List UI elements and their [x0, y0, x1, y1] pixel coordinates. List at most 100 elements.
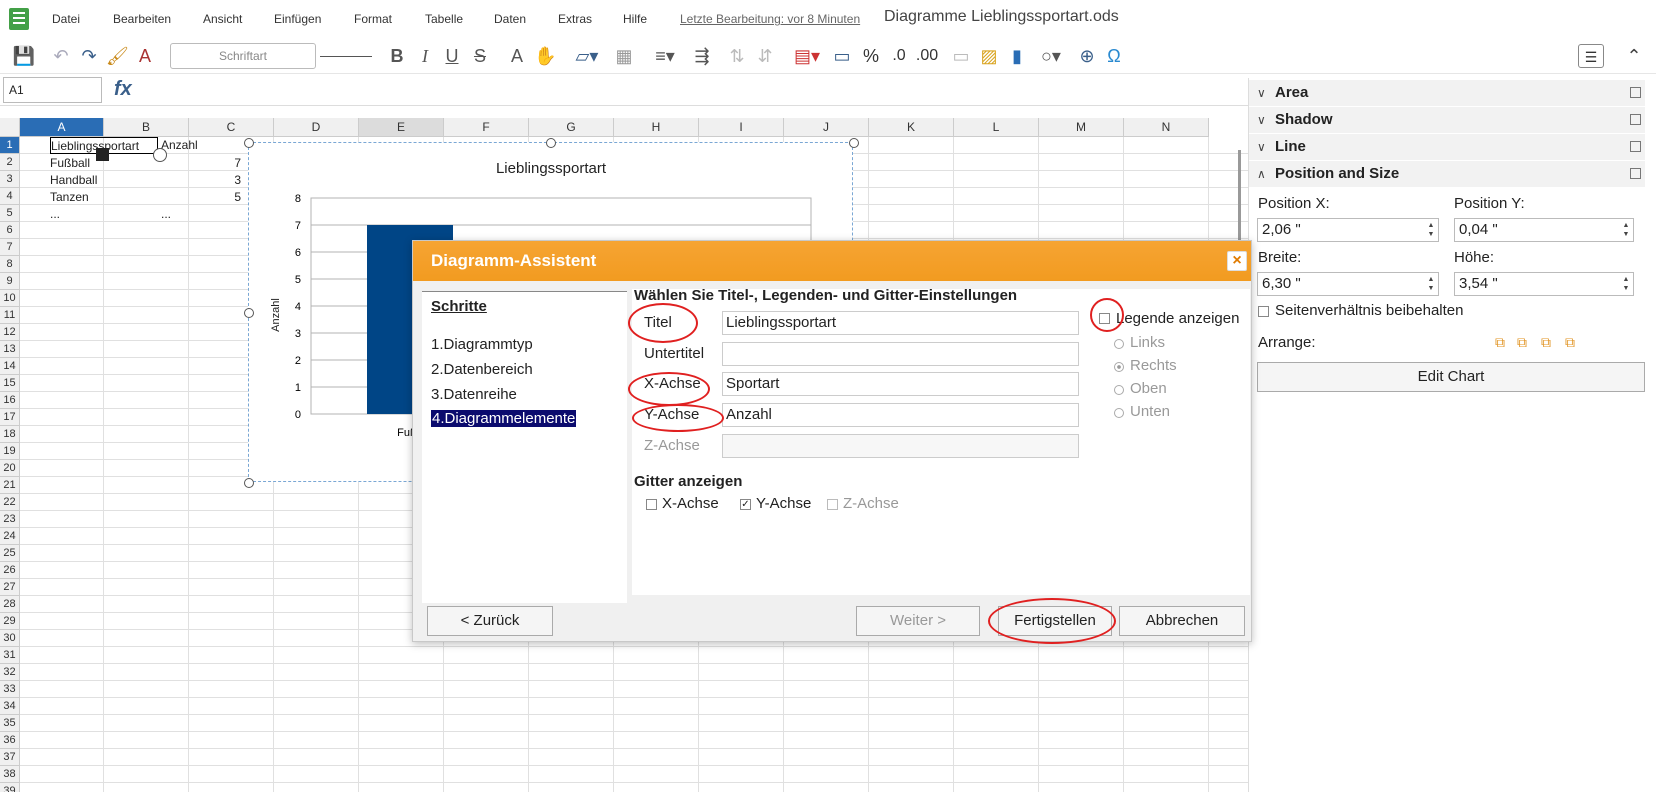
x-achse-input[interactable]: Sportart [722, 372, 1079, 396]
menu-tabelle[interactable]: Tabelle [425, 12, 463, 26]
column-header-i[interactable]: I [699, 118, 784, 137]
font-name-box[interactable]: Schriftart [170, 43, 316, 69]
step-diagrammelemente[interactable]: 4.Diagrammelemente [431, 410, 577, 427]
image-icon[interactable]: ▨ [978, 44, 1000, 68]
menu-ansicht[interactable]: Ansicht [203, 12, 242, 26]
function-wizard-icon[interactable]: fx [114, 78, 132, 101]
z-achse-input[interactable] [722, 434, 1079, 458]
row-header-4[interactable]: 4 [0, 188, 20, 205]
row-header-16[interactable]: 16 [0, 392, 20, 409]
row-header-24[interactable]: 24 [0, 528, 20, 545]
percent-icon[interactable]: % [860, 44, 882, 68]
chart-resize-handle-tr[interactable] [849, 138, 859, 148]
column-header-f[interactable]: F [444, 118, 529, 137]
untertitel-input[interactable] [722, 342, 1079, 366]
cell-b5[interactable]: ... [161, 206, 241, 223]
row-header-6[interactable]: 6 [0, 222, 20, 239]
edit-chart-button[interactable]: Edit Chart [1257, 362, 1645, 392]
row-header-15[interactable]: 15 [0, 375, 20, 392]
row-header-21[interactable]: 21 [0, 477, 20, 494]
step-datenreihe[interactable]: 3.Datenreihe [431, 386, 517, 403]
column-header-a[interactable]: A [20, 118, 104, 137]
corner-header[interactable] [0, 118, 20, 137]
collapse-toolbar-icon[interactable]: ⌃ [1622, 44, 1646, 68]
chart-resize-handle-bl[interactable] [244, 478, 254, 488]
font-color-icon[interactable]: A [506, 44, 528, 68]
font-size-box[interactable] [320, 56, 372, 57]
row-header-17[interactable]: 17 [0, 409, 20, 426]
chart-icon[interactable]: ▮ [1006, 44, 1028, 68]
row-header-25[interactable]: 25 [0, 545, 20, 562]
grid-z-checkbox[interactable] [827, 499, 838, 510]
titel-input[interactable]: Lieblingssportart [722, 311, 1079, 335]
undo-icon[interactable]: ↶ [50, 44, 72, 68]
comment-icon[interactable]: ▭ [950, 44, 972, 68]
send-backward-icon[interactable]: ⧉ [1541, 334, 1551, 351]
spin-arrows-icon[interactable]: ▲ ▼ [1621, 221, 1631, 239]
next-button[interactable]: Weiter > [856, 606, 980, 636]
y-achse-input[interactable]: Anzahl [722, 403, 1079, 427]
column-header-j[interactable]: J [784, 118, 869, 137]
row-header-30[interactable]: 30 [0, 630, 20, 647]
column-header-e[interactable]: E [359, 118, 444, 137]
currency-icon[interactable]: ▭ [830, 44, 854, 68]
close-icon[interactable]: × [1227, 251, 1247, 271]
decimal-add-icon[interactable]: .0 [886, 44, 912, 68]
row-header-2[interactable]: 2 [0, 154, 20, 171]
last-edit-link[interactable]: Letzte Bearbeitung: vor 8 Minuten [680, 12, 860, 26]
row-header-38[interactable]: 38 [0, 766, 20, 783]
calc-app-icon[interactable] [9, 8, 29, 30]
conditional-format-icon[interactable]: ▤▾ [790, 44, 824, 68]
clear-formatting-icon[interactable]: A [134, 44, 156, 68]
sort-desc-icon[interactable]: ⇵ [754, 44, 776, 68]
column-header-b[interactable]: B [104, 118, 189, 137]
cell-b4[interactable]: 5 [161, 189, 241, 206]
row-header-32[interactable]: 32 [0, 664, 20, 681]
name-box[interactable]: A1 [3, 77, 102, 103]
row-header-12[interactable]: 12 [0, 324, 20, 341]
spin-arrows-icon[interactable]: ▲ ▼ [1621, 275, 1631, 293]
column-header-c[interactable]: C [189, 118, 274, 137]
menu-daten[interactable]: Daten [494, 12, 526, 26]
decimal-remove-icon[interactable]: .00 [914, 44, 940, 68]
cell-a4[interactable]: Tanzen [50, 189, 150, 206]
redo-icon[interactable]: ↷ [78, 44, 100, 68]
section-position-size[interactable]: ∧ Position and Size [1249, 161, 1645, 187]
legend-oben-radio[interactable] [1114, 385, 1124, 395]
spin-arrows-icon[interactable]: ▲ ▼ [1426, 275, 1436, 293]
cell-b3[interactable]: 3 [161, 172, 241, 189]
row-header-31[interactable]: 31 [0, 647, 20, 664]
row-header-27[interactable]: 27 [0, 579, 20, 596]
position-x-field[interactable]: 2,06 " ▲ ▼ [1257, 218, 1439, 242]
row-header-14[interactable]: 14 [0, 358, 20, 375]
wrap-icon[interactable]: ⇶ [690, 44, 714, 68]
chart-resize-handle-tl[interactable] [244, 138, 254, 148]
row-header-26[interactable]: 26 [0, 562, 20, 579]
strikethrough-icon[interactable]: S [469, 44, 491, 68]
more-options-icon[interactable] [1630, 141, 1641, 152]
grid-y-checkbox[interactable]: ✓ [740, 499, 751, 510]
row-header-22[interactable]: 22 [0, 494, 20, 511]
row-header-19[interactable]: 19 [0, 443, 20, 460]
section-shadow[interactable]: ∨ Shadow [1249, 107, 1645, 133]
height-field[interactable]: 3,54 " ▲ ▼ [1454, 272, 1634, 296]
row-header-34[interactable]: 34 [0, 698, 20, 715]
cell-b2[interactable]: 7 [161, 155, 241, 172]
cell-anchor-handle[interactable] [96, 148, 109, 161]
row-header-29[interactable]: 29 [0, 613, 20, 630]
keep-ratio-checkbox[interactable] [1258, 306, 1269, 317]
spin-arrows-icon[interactable]: ▲ ▼ [1426, 221, 1436, 239]
row-header-11[interactable]: 11 [0, 307, 20, 324]
clone-formatting-icon[interactable]: 🖌 [106, 44, 129, 68]
step-diagrammtyp[interactable]: 1.Diagrammtyp [431, 336, 533, 353]
save-icon[interactable]: 💾 [12, 44, 36, 68]
more-options-icon[interactable] [1630, 168, 1641, 179]
row-header-13[interactable]: 13 [0, 341, 20, 358]
menu-hilfe[interactable]: Hilfe [623, 12, 647, 26]
merge-cells-icon[interactable]: ▦ [612, 44, 636, 68]
cell-a3[interactable]: Handball [50, 172, 150, 189]
row-header-28[interactable]: 28 [0, 596, 20, 613]
width-field[interactable]: 6,30 " ▲ ▼ [1257, 272, 1439, 296]
highlight-icon[interactable]: ✋ [534, 44, 556, 68]
sort-asc-icon[interactable]: ⇅ [726, 44, 748, 68]
